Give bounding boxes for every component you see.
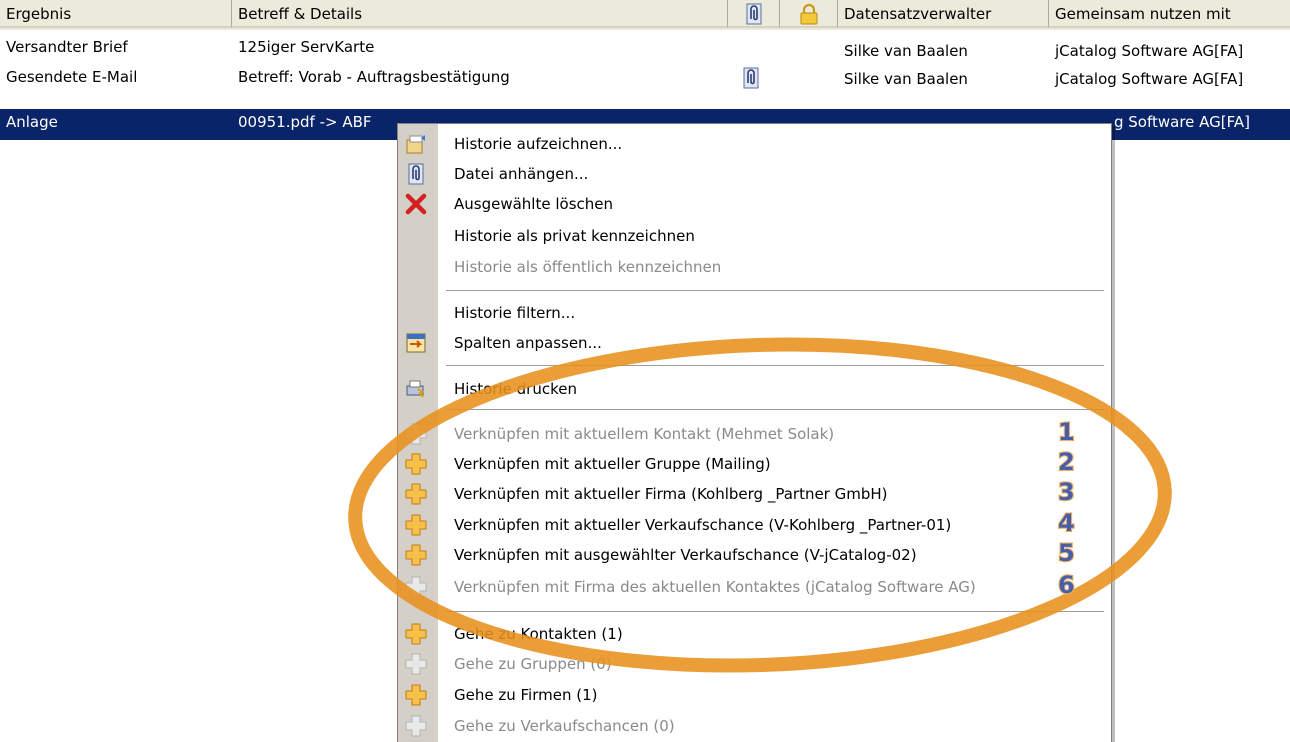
menu-item-gehe-verkaufschancen: Gehe zu Verkaufschancen (0) — [398, 710, 1111, 742]
table-row[interactable]: Versandter Brief 125iger ServKarte Silke… — [0, 32, 1290, 62]
menu-item-label: Spalten anpassen... — [454, 334, 602, 352]
column-header-ergebnis[interactable]: Ergebnis — [0, 0, 232, 28]
menu-item-label: Historie als öffentlich kennzeichnen — [454, 258, 722, 276]
cell-ergebnis: Anlage — [6, 113, 58, 131]
menu-item-label: Gehe zu Kontakten (1) — [454, 625, 623, 643]
column-header-betreff[interactable]: Betreff & Details — [232, 0, 728, 28]
lock-icon — [800, 3, 817, 25]
link-plus-icon — [405, 544, 427, 566]
paperclip-icon — [743, 67, 759, 88]
cell-attachment — [742, 62, 772, 92]
paperclip-icon — [408, 163, 424, 185]
menu-item-historie-filtern[interactable]: Historie filtern... — [398, 297, 1111, 329]
menu-item-spalten-anpassen[interactable]: Spalten anpassen... — [398, 327, 1111, 359]
link-plus-icon — [405, 653, 427, 675]
menu-item-verknuepfen-kontakt: Verknüpfen mit aktuellem Kontakt (Mehmet… — [398, 418, 1111, 450]
menu-item-label: Historie als privat kennzeichnen — [454, 227, 695, 245]
column-header-attachment[interactable] — [728, 0, 780, 28]
cell-betreff: 00951.pdf -> ABF — [238, 113, 372, 131]
menu-item-verknuepfen-verkaufschance[interactable]: Verknüpfen mit aktueller Verkaufschance … — [398, 509, 1111, 541]
menu-item-privat-kennzeichnen[interactable]: Historie als privat kennzeichnen — [398, 220, 1111, 252]
columns-icon — [406, 333, 426, 353]
menu-item-label: Verknüpfen mit ausgewählter Verkaufschan… — [454, 546, 917, 564]
grid-header: Ergebnis Betreff & Details Datensatzverw… — [0, 0, 1290, 30]
menu-item-label: Gehe zu Firmen (1) — [454, 686, 598, 704]
link-plus-icon — [405, 576, 427, 598]
menu-item-verknuepfen-ausgewaehlte-verkaufschance[interactable]: Verknüpfen mit ausgewählter Verkaufschan… — [398, 539, 1111, 571]
link-plus-icon — [405, 623, 427, 645]
annotation-number: 3 — [1057, 477, 1076, 507]
cell-gemeinsam: jCatalog Software AG[FA] — [1055, 70, 1244, 88]
menu-item-label: Historie filtern... — [454, 304, 576, 322]
annotation-number: 4 — [1057, 508, 1076, 538]
menu-item-label: Verknüpfen mit Firma des aktuellen Konta… — [454, 578, 976, 596]
column-header-gemeinsam[interactable]: Gemeinsam nutzen mit — [1049, 0, 1290, 28]
link-plus-icon — [405, 453, 427, 475]
cell-betreff: Betreff: Vorab - Auftragsbestätigung — [238, 68, 510, 86]
menu-item-label: Historie drucken — [454, 380, 577, 398]
menu-item-label: Verknüpfen mit aktueller Firma (Kohlberg… — [454, 485, 888, 503]
menu-item-gehe-kontakten[interactable]: Gehe zu Kontakten (1) — [398, 618, 1111, 650]
delete-x-icon — [405, 193, 427, 215]
menu-separator — [446, 409, 1104, 411]
menu-separator — [446, 611, 1104, 613]
menu-item-oeffentlich-kennzeichnen: Historie als öffentlich kennzeichnen — [398, 251, 1111, 283]
table-row[interactable]: Gesendete E-Mail Betreff: Vorab - Auftra… — [0, 62, 1290, 92]
paperclip-icon — [746, 3, 761, 25]
menu-item-label: Ausgewählte löschen — [454, 195, 613, 213]
menu-item-label: Gehe zu Verkaufschancen (0) — [454, 717, 675, 735]
column-header-datensatzverwalter[interactable]: Datensatzverwalter — [838, 0, 1049, 28]
link-plus-icon — [405, 423, 427, 445]
annotation-number: 6 — [1057, 570, 1076, 600]
menu-separator — [446, 290, 1104, 292]
menu-item-label: Verknüpfen mit aktueller Verkaufschance … — [454, 516, 952, 534]
cell-ergebnis: Gesendete E-Mail — [6, 68, 138, 86]
cell-ergebnis: Versandter Brief — [6, 38, 128, 56]
link-plus-icon — [405, 514, 427, 536]
link-plus-icon — [405, 483, 427, 505]
annotation-number: 1 — [1057, 417, 1076, 447]
menu-item-verknuepfen-firma-kontakt: Verknüpfen mit Firma des aktuellen Konta… — [398, 571, 1111, 603]
record-history-icon — [406, 135, 425, 154]
menu-item-label: Gehe zu Gruppen (0) — [454, 655, 612, 673]
annotation-number: 5 — [1057, 538, 1076, 568]
menu-item-gehe-firmen[interactable]: Gehe zu Firmen (1) — [398, 679, 1111, 711]
link-plus-icon — [405, 715, 427, 737]
menu-item-historie-aufzeichnen[interactable]: Historie aufzeichnen... — [398, 128, 1111, 160]
menu-item-label: Verknüpfen mit aktuellem Kontakt (Mehmet… — [454, 425, 835, 443]
menu-item-gehe-gruppen: Gehe zu Gruppen (0) — [398, 648, 1111, 680]
menu-item-label: Verknüpfen mit aktueller Gruppe (Mailing… — [454, 455, 771, 473]
print-icon — [406, 380, 424, 398]
link-plus-icon — [405, 684, 427, 706]
cell-verwalter: Silke van Baalen — [844, 70, 968, 88]
context-menu: Historie aufzeichnen... Datei anhängen..… — [397, 123, 1112, 742]
menu-item-datei-anhaengen[interactable]: Datei anhängen... — [398, 158, 1111, 190]
menu-item-historie-drucken[interactable]: Historie drucken — [398, 373, 1111, 405]
menu-separator — [446, 365, 1104, 367]
annotation-number: 2 — [1057, 447, 1076, 477]
menu-item-ausgewaehlte-loeschen[interactable]: Ausgewählte löschen — [398, 188, 1111, 220]
cell-betreff: 125iger ServKarte — [238, 38, 375, 56]
column-header-private[interactable] — [780, 0, 838, 28]
menu-item-verknuepfen-firma[interactable]: Verknüpfen mit aktueller Firma (Kohlberg… — [398, 478, 1111, 510]
menu-item-verknuepfen-gruppe[interactable]: Verknüpfen mit aktueller Gruppe (Mailing… — [398, 448, 1111, 480]
menu-item-label: Datei anhängen... — [454, 165, 589, 183]
cell-gemeinsam: g Software AG[FA] — [1114, 113, 1251, 131]
menu-item-label: Historie aufzeichnen... — [454, 135, 623, 153]
